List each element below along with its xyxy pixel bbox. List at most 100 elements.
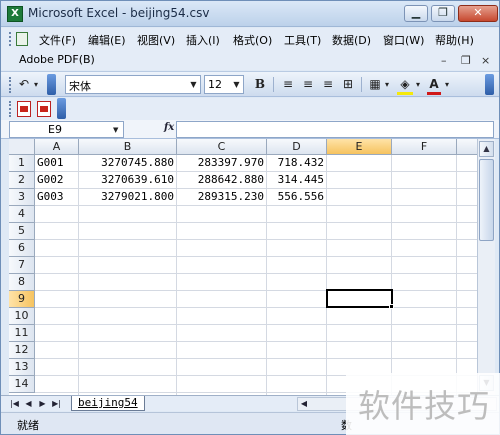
cell-a2[interactable]: G002 [35,172,79,189]
workbook-close-icon[interactable]: × [481,54,490,67]
font-name-combo[interactable]: 宋体 ▼ [65,75,201,94]
worksheet-grid[interactable]: A B C D E F 1 2 3 4 5 6 7 8 9 10 11 12 1… [9,139,477,395]
workbook-icon[interactable] [16,32,28,46]
scroll-left-icon[interactable]: ◀ [298,398,310,410]
column-header-e[interactable]: E [327,139,392,155]
row-header-13[interactable]: 13 [9,359,35,376]
cell-d1[interactable]: 718.432 [267,155,327,172]
menu-insert[interactable]: 插入(I) [186,32,220,48]
minimize-button[interactable]: ▁ [404,5,428,22]
align-center-icon[interactable]: ≡ [299,76,317,93]
scroll-up-icon[interactable]: ▲ [479,141,494,157]
previous-sheet-icon[interactable]: ◀ [23,398,34,410]
chevron-down-icon[interactable]: ▼ [113,126,118,134]
column-header-d[interactable]: D [267,139,327,155]
menu-help[interactable]: 帮助(H) [435,32,474,48]
undo-dropdown-icon[interactable]: ▾ [32,76,40,93]
name-box[interactable]: E9 ▼ [9,121,124,138]
cell-a1[interactable]: G001 [35,155,79,172]
row-header-3[interactable]: 3 [9,189,35,206]
font-color-dropdown-icon[interactable]: ▾ [443,76,451,93]
menu-file[interactable]: 文件(F) [39,32,76,48]
row-header-4[interactable]: 4 [9,206,35,223]
font-color-icon[interactable]: A [425,76,443,93]
fill-color-icon[interactable]: ◈ [396,76,414,93]
close-button[interactable]: ✕ [458,5,498,22]
borders-icon[interactable]: ▦ [366,76,384,93]
last-sheet-icon[interactable]: ▶| [51,398,62,410]
vertical-scroll-thumb[interactable] [479,159,494,241]
row-header-9[interactable]: 9 [9,291,35,308]
bold-button[interactable]: B [251,76,269,93]
column-header-g-partial[interactable] [457,139,477,155]
gridline [35,273,477,274]
fill-handle[interactable] [389,304,394,309]
column-header-a[interactable]: A [35,139,79,155]
align-left-icon[interactable]: ≡ [279,76,297,93]
next-sheet-icon[interactable]: ▶ [37,398,48,410]
menu-format[interactable]: 格式(O) [233,32,272,48]
toolbar-options-handle[interactable] [47,74,56,95]
chevron-down-icon[interactable]: ▼ [230,76,243,93]
borders-dropdown-icon[interactable]: ▾ [383,76,391,93]
toolbar-options-handle-right[interactable] [485,74,494,95]
menu-adobe-pdf[interactable]: Adobe PDF(B) [19,53,95,66]
excel-app-icon[interactable]: X [7,6,23,22]
menu-bar-grip[interactable] [9,32,13,46]
row-header-11[interactable]: 11 [9,325,35,342]
cell-d3[interactable]: 556.556 [267,189,327,206]
chevron-down-icon[interactable]: ▼ [187,76,200,93]
column-header-b[interactable]: B [79,139,177,155]
row-header-12[interactable]: 12 [9,342,35,359]
active-cell-e9[interactable] [326,289,393,308]
formula-input[interactable] [176,121,494,138]
name-box-value: E9 [48,123,62,136]
pdf-toolbar-grip[interactable] [9,101,13,117]
select-all-corner[interactable] [9,139,35,155]
menu-window[interactable]: 窗口(W) [383,32,424,48]
gridline [456,155,457,395]
merge-center-icon[interactable]: ⊞ [339,76,357,93]
convert-to-pdf-icon[interactable] [17,101,31,117]
column-header-f[interactable]: F [392,139,457,155]
cell-a3[interactable]: G003 [35,189,79,206]
vertical-scrollbar[interactable]: ▲ ▼ [477,139,495,395]
row-header-10[interactable]: 10 [9,308,35,325]
menu-data[interactable]: 数据(D) [332,32,371,48]
restore-icon: ❐ [438,6,448,19]
undo-icon[interactable]: ↶ [15,76,33,93]
first-sheet-icon[interactable]: |◀ [9,398,20,410]
pdf-toolbar-options-handle[interactable] [57,98,66,119]
menu-edit[interactable]: 编辑(E) [88,32,126,48]
column-header-c[interactable]: C [177,139,267,155]
gridline [35,324,477,325]
cell-d2[interactable]: 314.445 [267,172,327,189]
cell-c2[interactable]: 288642.880 [177,172,267,189]
menu-view[interactable]: 视图(V) [137,32,175,48]
cell-c3[interactable]: 289315.230 [177,189,267,206]
font-size-combo[interactable]: 12 ▼ [204,75,244,94]
toolbar-separator [273,77,274,92]
workbook-restore-icon[interactable]: ❐ [461,54,471,67]
align-right-icon[interactable]: ≡ [319,76,337,93]
convert-and-email-icon[interactable] [37,101,51,117]
row-header-1[interactable]: 1 [9,155,35,172]
row-header-5[interactable]: 5 [9,223,35,240]
sheet-tab-beijing54[interactable]: beijing54 [71,396,145,411]
toolbar-grip[interactable] [9,77,13,93]
cell-b3[interactable]: 3279021.800 [79,189,177,206]
row-header-2[interactable]: 2 [9,172,35,189]
restore-button[interactable]: ❐ [431,5,455,22]
cell-c1[interactable]: 283397.970 [177,155,267,172]
cell-b2[interactable]: 3270639.610 [79,172,177,189]
fill-color-dropdown-icon[interactable]: ▾ [414,76,422,93]
cell-b1[interactable]: 3270745.880 [79,155,177,172]
row-header-14[interactable]: 14 [9,376,35,393]
adobe-pdf-menu-row: Adobe PDF(B) – ❐ × [1,50,499,70]
row-header-8[interactable]: 8 [9,274,35,291]
row-header-7[interactable]: 7 [9,257,35,274]
workbook-minimize-icon[interactable]: – [441,54,447,67]
insert-function-icon[interactable]: fx [164,122,174,133]
row-header-6[interactable]: 6 [9,240,35,257]
menu-tools[interactable]: 工具(T) [284,32,321,48]
